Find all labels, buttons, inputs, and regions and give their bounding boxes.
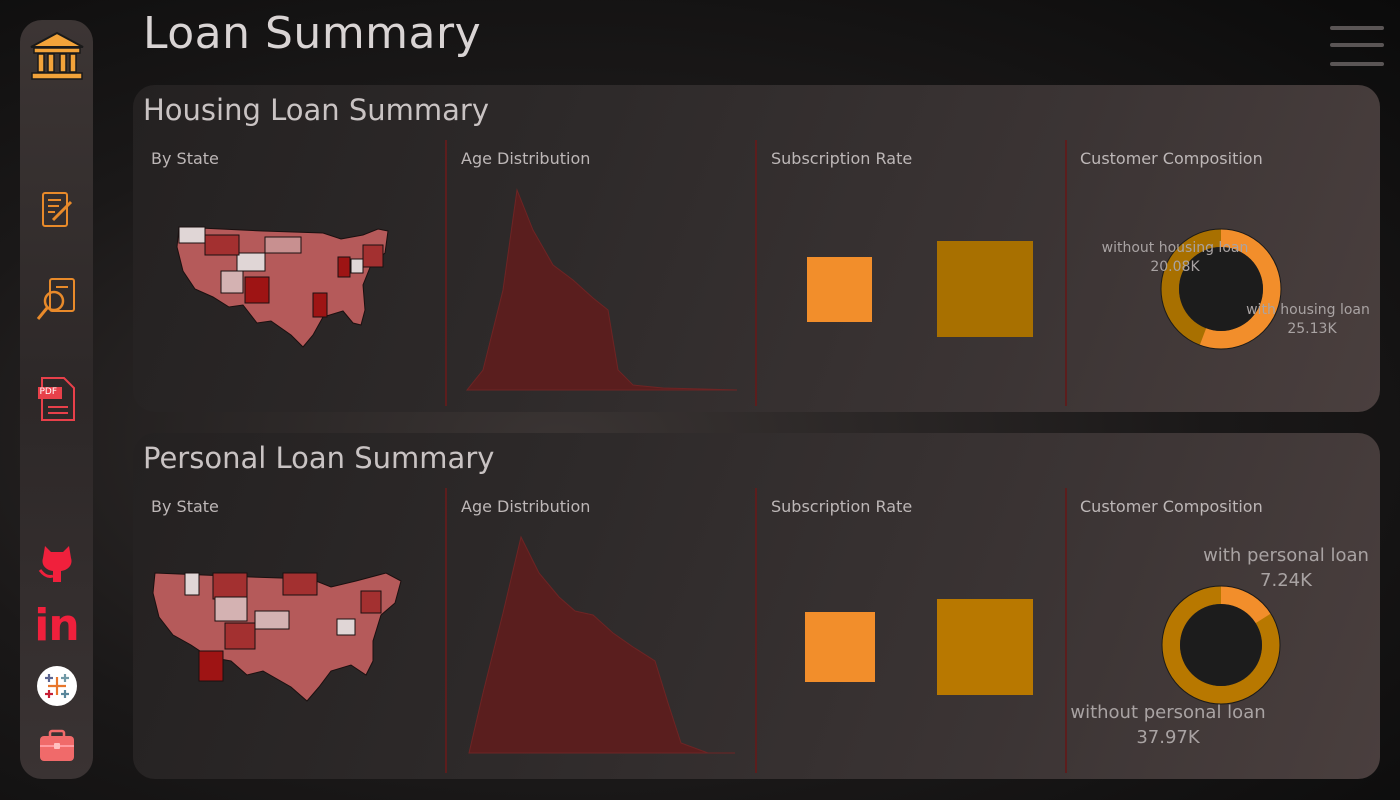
age-distribution-label: Age Distribution — [461, 149, 591, 168]
donut-label-text: without personal loan — [1070, 702, 1266, 723]
bank-icon[interactable] — [28, 30, 86, 82]
donut-label-value: 25.13K — [1287, 321, 1337, 337]
subscription-square-1[interactable] — [807, 257, 872, 322]
pdf-icon-label: PDF — [39, 387, 58, 397]
donut-label-value: 20.08K — [1150, 259, 1200, 275]
panel-title: Housing Loan Summary — [143, 93, 490, 127]
subscription-rate-label: Subscription Rate — [771, 149, 913, 168]
pdf-icon[interactable]: PDF — [36, 375, 78, 423]
customer-composition-label: Customer Composition — [1080, 497, 1263, 516]
age-distribution-label: Age Distribution — [461, 497, 591, 516]
donut-label-text: with personal loan — [1203, 545, 1369, 566]
linkedin-icon-label: in — [34, 600, 79, 651]
by-state-label: By State — [151, 149, 219, 168]
divider — [755, 488, 757, 773]
divider — [755, 140, 757, 406]
donut-label-value: 37.97K — [1136, 727, 1200, 748]
customer-composition-donut[interactable] — [1161, 585, 1281, 709]
page-title: Loan Summary — [143, 8, 482, 59]
donut-label-without: without personal loan 37.97K — [1068, 700, 1268, 750]
subscription-square-1[interactable] — [805, 612, 875, 682]
briefcase-icon[interactable] — [37, 728, 77, 764]
us-state-map[interactable] — [173, 225, 423, 361]
personal-loan-panel: Personal Loan Summary By State Age Distr… — [133, 433, 1380, 779]
panel-title: Personal Loan Summary — [143, 441, 495, 475]
age-distribution-chart[interactable] — [463, 180, 743, 404]
subscription-square-2[interactable] — [937, 241, 1033, 337]
github-icon[interactable] — [37, 542, 77, 586]
document-search-icon[interactable] — [34, 275, 80, 323]
customer-composition-label: Customer Composition — [1080, 149, 1263, 168]
donut-label-with: with personal loan 7.24K — [1193, 543, 1379, 593]
divider — [1065, 488, 1067, 773]
donut-label-value: 7.24K — [1260, 570, 1312, 591]
us-state-map[interactable] — [151, 571, 427, 709]
by-state-label: By State — [151, 497, 219, 516]
linkedin-icon[interactable]: in — [34, 600, 79, 651]
age-distribution-chart[interactable] — [463, 533, 743, 762]
donut-label-without: without housing loan 20.08K — [1075, 239, 1275, 277]
divider — [1065, 140, 1067, 406]
tableau-icon[interactable] — [36, 665, 78, 707]
housing-loan-panel: Housing Loan Summary By State Age Distri… — [133, 85, 1380, 412]
sidebar: PDF in — [20, 20, 93, 779]
divider — [445, 488, 447, 773]
donut-label-text: with housing loan — [1246, 302, 1370, 318]
donut-label-text: without housing loan — [1101, 240, 1249, 256]
divider — [445, 140, 447, 406]
notes-icon[interactable] — [39, 190, 75, 230]
donut-label-with: with housing loan 25.13K — [1243, 301, 1373, 339]
subscription-square-2[interactable] — [937, 599, 1033, 695]
hamburger-menu-icon[interactable] — [1330, 24, 1384, 68]
subscription-rate-label: Subscription Rate — [771, 497, 913, 516]
